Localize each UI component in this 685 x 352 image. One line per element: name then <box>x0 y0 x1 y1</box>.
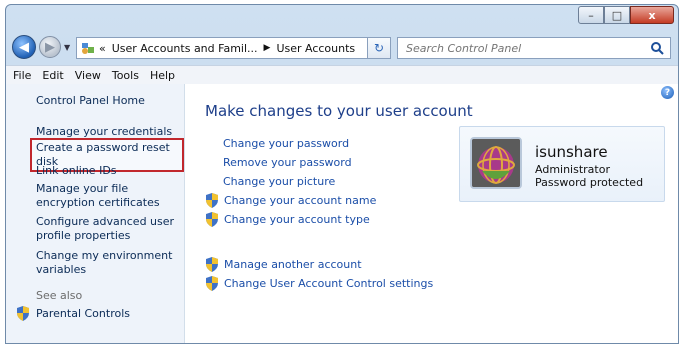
task-change-account-name[interactable]: Change your account name <box>205 193 376 208</box>
task-change-account-type[interactable]: Change your account type <box>205 212 370 227</box>
search-box[interactable] <box>397 37 671 59</box>
user-picture-icon <box>472 139 520 187</box>
uac-shield-icon <box>206 193 218 208</box>
address-row: ◀ ▶ ▼ « User Accounts and Famil... ▶ Use… <box>6 31 678 63</box>
user-name: isunshare <box>535 143 608 161</box>
task-manage-another-account-label[interactable]: Manage another account <box>224 258 362 271</box>
sidebar-manage-credentials[interactable]: Manage your credentials <box>36 125 184 139</box>
sidebar-link-online-ids[interactable]: Link online IDs <box>36 164 184 178</box>
user-account-card: isunshare Administrator Password protect… <box>459 126 665 202</box>
sidebar-environment-variables[interactable]: Change my environment variables <box>36 249 184 277</box>
control-panel-window: – □ x ◀ ▶ ▼ « User Accounts and Famil...… <box>5 4 679 344</box>
task-manage-another-account[interactable]: Manage another account <box>205 257 362 272</box>
task-change-account-type-label[interactable]: Change your account type <box>224 213 370 226</box>
control-panel-icon <box>82 43 94 54</box>
task-uac-settings-label[interactable]: Change User Account Control settings <box>224 277 433 290</box>
task-sidebar: Control Panel Home Manage your credentia… <box>6 84 185 343</box>
breadcrumb-separator-icon[interactable]: ▶ <box>264 43 271 53</box>
address-bar[interactable]: « User Accounts and Famil... ▶ User Acco… <box>76 37 384 59</box>
forward-button[interactable]: ▶ <box>39 36 61 58</box>
back-arrow-icon: ◀ <box>19 39 29 55</box>
main-panel: ? Make changes to your user account Chan… <box>185 84 678 343</box>
close-button[interactable]: x <box>630 6 674 24</box>
window-controls: – □ x <box>578 6 674 24</box>
uac-shield-icon <box>206 276 218 291</box>
breadcrumb-user-accounts[interactable]: User Accounts <box>276 42 355 55</box>
task-remove-password[interactable]: Remove your password <box>223 156 352 169</box>
menu-file[interactable]: File <box>13 69 31 82</box>
forward-arrow-icon: ▶ <box>45 39 55 55</box>
uac-shield-icon <box>206 212 218 227</box>
uac-shield-icon <box>17 306 29 321</box>
parental-controls-label[interactable]: Parental Controls <box>36 307 130 320</box>
user-role: Administrator <box>535 163 610 176</box>
menu-view[interactable]: View <box>75 69 101 82</box>
menu-edit[interactable]: Edit <box>42 69 63 82</box>
title-bar: – □ x <box>6 5 678 29</box>
task-change-password[interactable]: Change your password <box>223 137 349 150</box>
task-change-account-name-label[interactable]: Change your account name <box>224 194 376 207</box>
help-icon[interactable]: ? <box>661 86 674 99</box>
menu-tools[interactable]: Tools <box>112 69 139 82</box>
sidebar-control-panel-home[interactable]: Control Panel Home <box>36 94 184 108</box>
menu-help[interactable]: Help <box>150 69 175 82</box>
avatar <box>470 137 522 189</box>
search-input[interactable] <box>398 40 650 56</box>
menu-bar: File Edit View Tools Help <box>6 65 678 84</box>
maximize-button[interactable]: □ <box>604 6 630 24</box>
search-icon[interactable] <box>650 41 664 55</box>
sidebar-advanced-profile-properties[interactable]: Configure advanced user profile properti… <box>36 215 184 243</box>
task-uac-settings[interactable]: Change User Account Control settings <box>205 276 433 291</box>
back-button[interactable]: ◀ <box>12 35 36 59</box>
address-overflow[interactable]: « <box>99 42 106 55</box>
sidebar-parental-controls[interactable]: Parental Controls <box>16 306 130 321</box>
minimize-button[interactable]: – <box>578 6 604 24</box>
uac-shield-icon <box>206 257 218 272</box>
recent-pages-dropdown[interactable]: ▼ <box>64 43 70 52</box>
refresh-icon: ↻ <box>373 41 385 55</box>
refresh-button[interactable]: ↻ <box>367 37 391 59</box>
user-password-status: Password protected <box>535 176 644 189</box>
content-area: Control Panel Home Manage your credentia… <box>6 84 678 343</box>
breadcrumb-user-accounts-family[interactable]: User Accounts and Famil... <box>112 42 258 55</box>
task-change-picture[interactable]: Change your picture <box>223 175 335 188</box>
page-title: Make changes to your user account <box>205 102 473 120</box>
sidebar-file-encryption-certificates[interactable]: Manage your file encryption certificates <box>36 182 184 210</box>
see-also-label: See also <box>36 289 83 302</box>
